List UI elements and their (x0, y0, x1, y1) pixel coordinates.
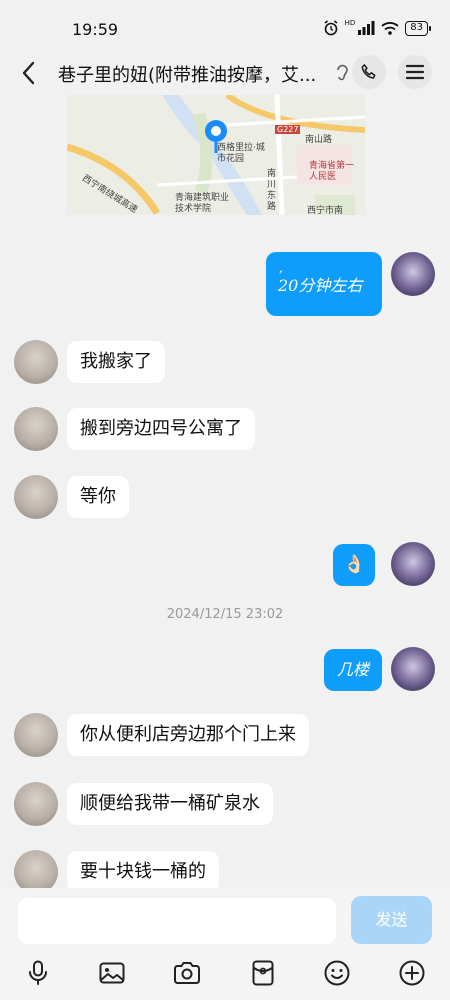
image-icon (99, 962, 125, 984)
status-icons: HD 83 (323, 19, 431, 36)
map-label-nanshan-road: 南山路 (305, 135, 333, 145)
avatar-contact[interactable] (14, 340, 58, 384)
message-incoming: 你从便利店旁边那个门上来 (0, 713, 450, 757)
message-incoming: 顺便给我带一桶矿泉水 (0, 782, 450, 826)
message-outgoing: ， 20分钟左右 (0, 252, 450, 318)
voice-button[interactable] (23, 958, 53, 988)
battery-indicator: 83 (405, 20, 431, 36)
menu-button[interactable] (398, 55, 432, 89)
message-outgoing: 几楼 (0, 647, 450, 691)
image-button[interactable] (97, 958, 127, 988)
chevron-left-icon (22, 61, 35, 85)
avatar-contact[interactable] (14, 475, 58, 519)
message-bubble[interactable]: 要十块钱一桶的 (67, 851, 219, 888)
back-button[interactable] (14, 58, 42, 88)
message-input[interactable] (18, 898, 336, 944)
microphone-icon (29, 960, 47, 985)
message-incoming: 搬到旁边四号公寓了 (0, 407, 450, 451)
alarm-icon (324, 20, 338, 36)
call-button[interactable] (352, 55, 386, 89)
wifi-icon (381, 22, 399, 35)
message-bubble[interactable]: 几楼 (324, 649, 383, 691)
status-bar: 19:59 HD 83 (0, 0, 450, 52)
avatar-contact[interactable] (14, 782, 58, 826)
chat-header: 巷子里的妞(附带推油按摩，艾... (0, 52, 450, 94)
send-button[interactable]: 发送 (351, 896, 432, 944)
avatar-contact[interactable] (14, 850, 58, 888)
map-label-college: 青海建筑职业技术学院 (175, 193, 230, 214)
message-bubble[interactable]: ， 20分钟左右 (266, 252, 382, 316)
plus-icon (399, 960, 425, 986)
avatar-me[interactable] (391, 647, 435, 691)
message-bubble[interactable]: 顺便给我带一桶矿泉水 (67, 783, 273, 825)
message-bubble[interactable]: 搬到旁边四号公寓了 (67, 408, 255, 450)
location-map-card[interactable]: 西格里拉·城市花园 G227 南山路 青海省第一人民医 南川东路 西宁南绕城高速… (67, 95, 365, 215)
avatar-me[interactable] (391, 542, 435, 586)
message-incoming: 等你 (0, 475, 450, 519)
composer-toolbar (0, 954, 450, 994)
message-bubble[interactable]: 你从便利店旁边那个门上来 (67, 714, 309, 756)
status-time: 19:59 (72, 20, 119, 39)
camera-icon (174, 962, 200, 984)
signal-icon (358, 21, 375, 35)
message-bubble[interactable]: 等你 (67, 476, 129, 518)
menu-icon (406, 64, 424, 80)
emoji-button[interactable] (322, 958, 352, 988)
red-packet-icon (252, 960, 274, 986)
message-prefix: ， (278, 265, 288, 276)
signal-hd-label: HD (344, 19, 356, 27)
message-bubble[interactable]: 👌🏻 (333, 544, 376, 586)
message-bubble[interactable]: 我搬家了 (67, 341, 165, 383)
avatar-contact[interactable] (14, 407, 58, 451)
phone-icon (361, 64, 376, 79)
message-outgoing: 👌🏻 (0, 542, 450, 586)
message-timestamp: 2024/12/15 23:02 (166, 607, 284, 622)
map-label-xining: 西宁市南 (307, 206, 344, 215)
ear-icon (337, 64, 348, 81)
map-label-hospital: 青海省第一人民医 (309, 161, 355, 182)
message-incoming: 我搬家了 (0, 340, 450, 384)
map-label-nanchuan: 南川东路 (267, 169, 277, 212)
emoji-icon (324, 960, 350, 986)
more-button[interactable] (397, 958, 427, 988)
composer: 发送 (0, 888, 450, 1000)
map-label-g227: G227 (275, 125, 301, 134)
chat-title[interactable]: 巷子里的妞(附带推油按摩，艾... (58, 61, 336, 87)
avatar-contact[interactable] (14, 713, 58, 757)
message-incoming: 要十块钱一桶的 (0, 850, 450, 888)
red-packet-button[interactable] (248, 958, 278, 988)
camera-button[interactable] (172, 958, 202, 988)
message-text: 20分钟左右 (278, 276, 363, 295)
location-pin-icon (205, 120, 227, 153)
avatar-me[interactable] (391, 252, 435, 296)
